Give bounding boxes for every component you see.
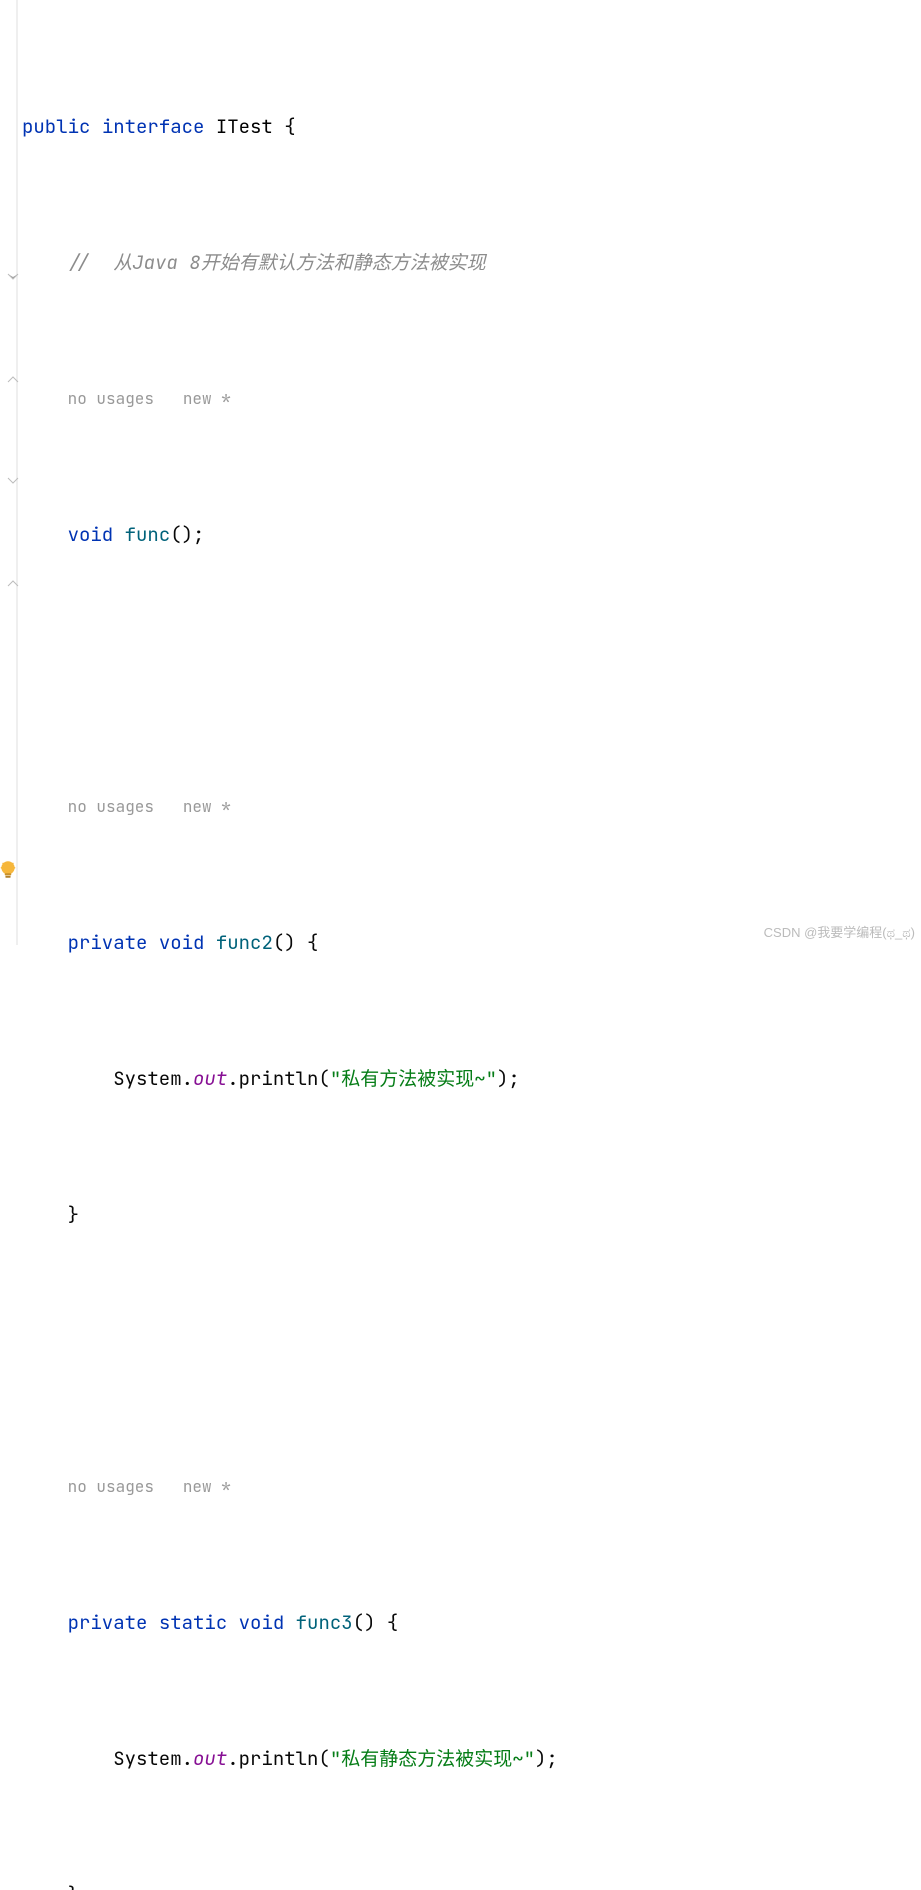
watermark-text: CSDN @我要学编程(ಥ_ಥ) bbox=[764, 922, 915, 941]
brace: () { bbox=[353, 1606, 399, 1640]
brace: { bbox=[273, 110, 296, 144]
usage-hint[interactable]: no usages bbox=[68, 790, 154, 824]
keyword: public bbox=[22, 110, 90, 144]
usage-hint[interactable]: no usages bbox=[68, 1470, 154, 1504]
code-line: System. out .println( "私有静态方法被实现~" ); bbox=[18, 1742, 921, 1776]
keyword: private bbox=[68, 926, 148, 960]
code-line: } bbox=[18, 1198, 921, 1232]
usage-hint[interactable]: no usages bbox=[68, 382, 154, 416]
vcs-hint[interactable]: new * bbox=[183, 1470, 231, 1504]
editor-gutter bbox=[0, 0, 18, 945]
type-name: ITest bbox=[216, 110, 273, 144]
qualifier: System. bbox=[113, 1062, 193, 1096]
string-literal: "私有方法被实现~" bbox=[330, 1062, 497, 1096]
code-line: public interface ITest { bbox=[18, 110, 921, 144]
punct: (); bbox=[170, 518, 204, 552]
inlay-hints-line: no usages new * bbox=[18, 382, 921, 416]
inlay-hints-line: no usages new * bbox=[18, 1470, 921, 1504]
punct: ); bbox=[497, 1062, 520, 1096]
vcs-hint[interactable]: new * bbox=[183, 790, 231, 824]
comment: // 从Java 8开始有默认方法和静态方法被实现 bbox=[68, 246, 486, 280]
keyword: static bbox=[159, 1606, 227, 1640]
code-line: } bbox=[18, 1878, 921, 1890]
keyword: void bbox=[239, 1606, 285, 1640]
code-editor[interactable]: public interface ITest { // 从Java 8开始有默认… bbox=[0, 0, 921, 945]
keyword: void bbox=[68, 518, 114, 552]
method-name: func3 bbox=[296, 1606, 353, 1640]
method-call: .println( bbox=[227, 1742, 330, 1776]
blank-line bbox=[18, 654, 921, 688]
code-area[interactable]: public interface ITest { // 从Java 8开始有默认… bbox=[18, 0, 921, 945]
code-line: private static void func3 () { bbox=[18, 1606, 921, 1640]
punct: ); bbox=[535, 1742, 558, 1776]
keyword: void bbox=[159, 926, 205, 960]
inlay-hints-line: no usages new * bbox=[18, 790, 921, 824]
code-line: System. out .println( "私有方法被实现~" ); bbox=[18, 1062, 921, 1096]
code-line: void func (); bbox=[18, 518, 921, 552]
brace: () { bbox=[273, 926, 319, 960]
keyword: interface bbox=[102, 110, 205, 144]
vcs-hint[interactable]: new * bbox=[183, 382, 231, 416]
keyword: private bbox=[68, 1606, 148, 1640]
string-literal: "私有静态方法被实现~" bbox=[330, 1742, 535, 1776]
method-name: func2 bbox=[216, 926, 273, 960]
method-name: func bbox=[125, 518, 171, 552]
method-call: .println( bbox=[227, 1062, 330, 1096]
blank-line bbox=[18, 1334, 921, 1368]
static-field: out bbox=[193, 1742, 227, 1776]
qualifier: System. bbox=[113, 1742, 193, 1776]
code-line: // 从Java 8开始有默认方法和静态方法被实现 bbox=[18, 246, 921, 280]
brace: } bbox=[68, 1878, 79, 1890]
brace: } bbox=[68, 1198, 79, 1232]
static-field: out bbox=[193, 1062, 227, 1096]
